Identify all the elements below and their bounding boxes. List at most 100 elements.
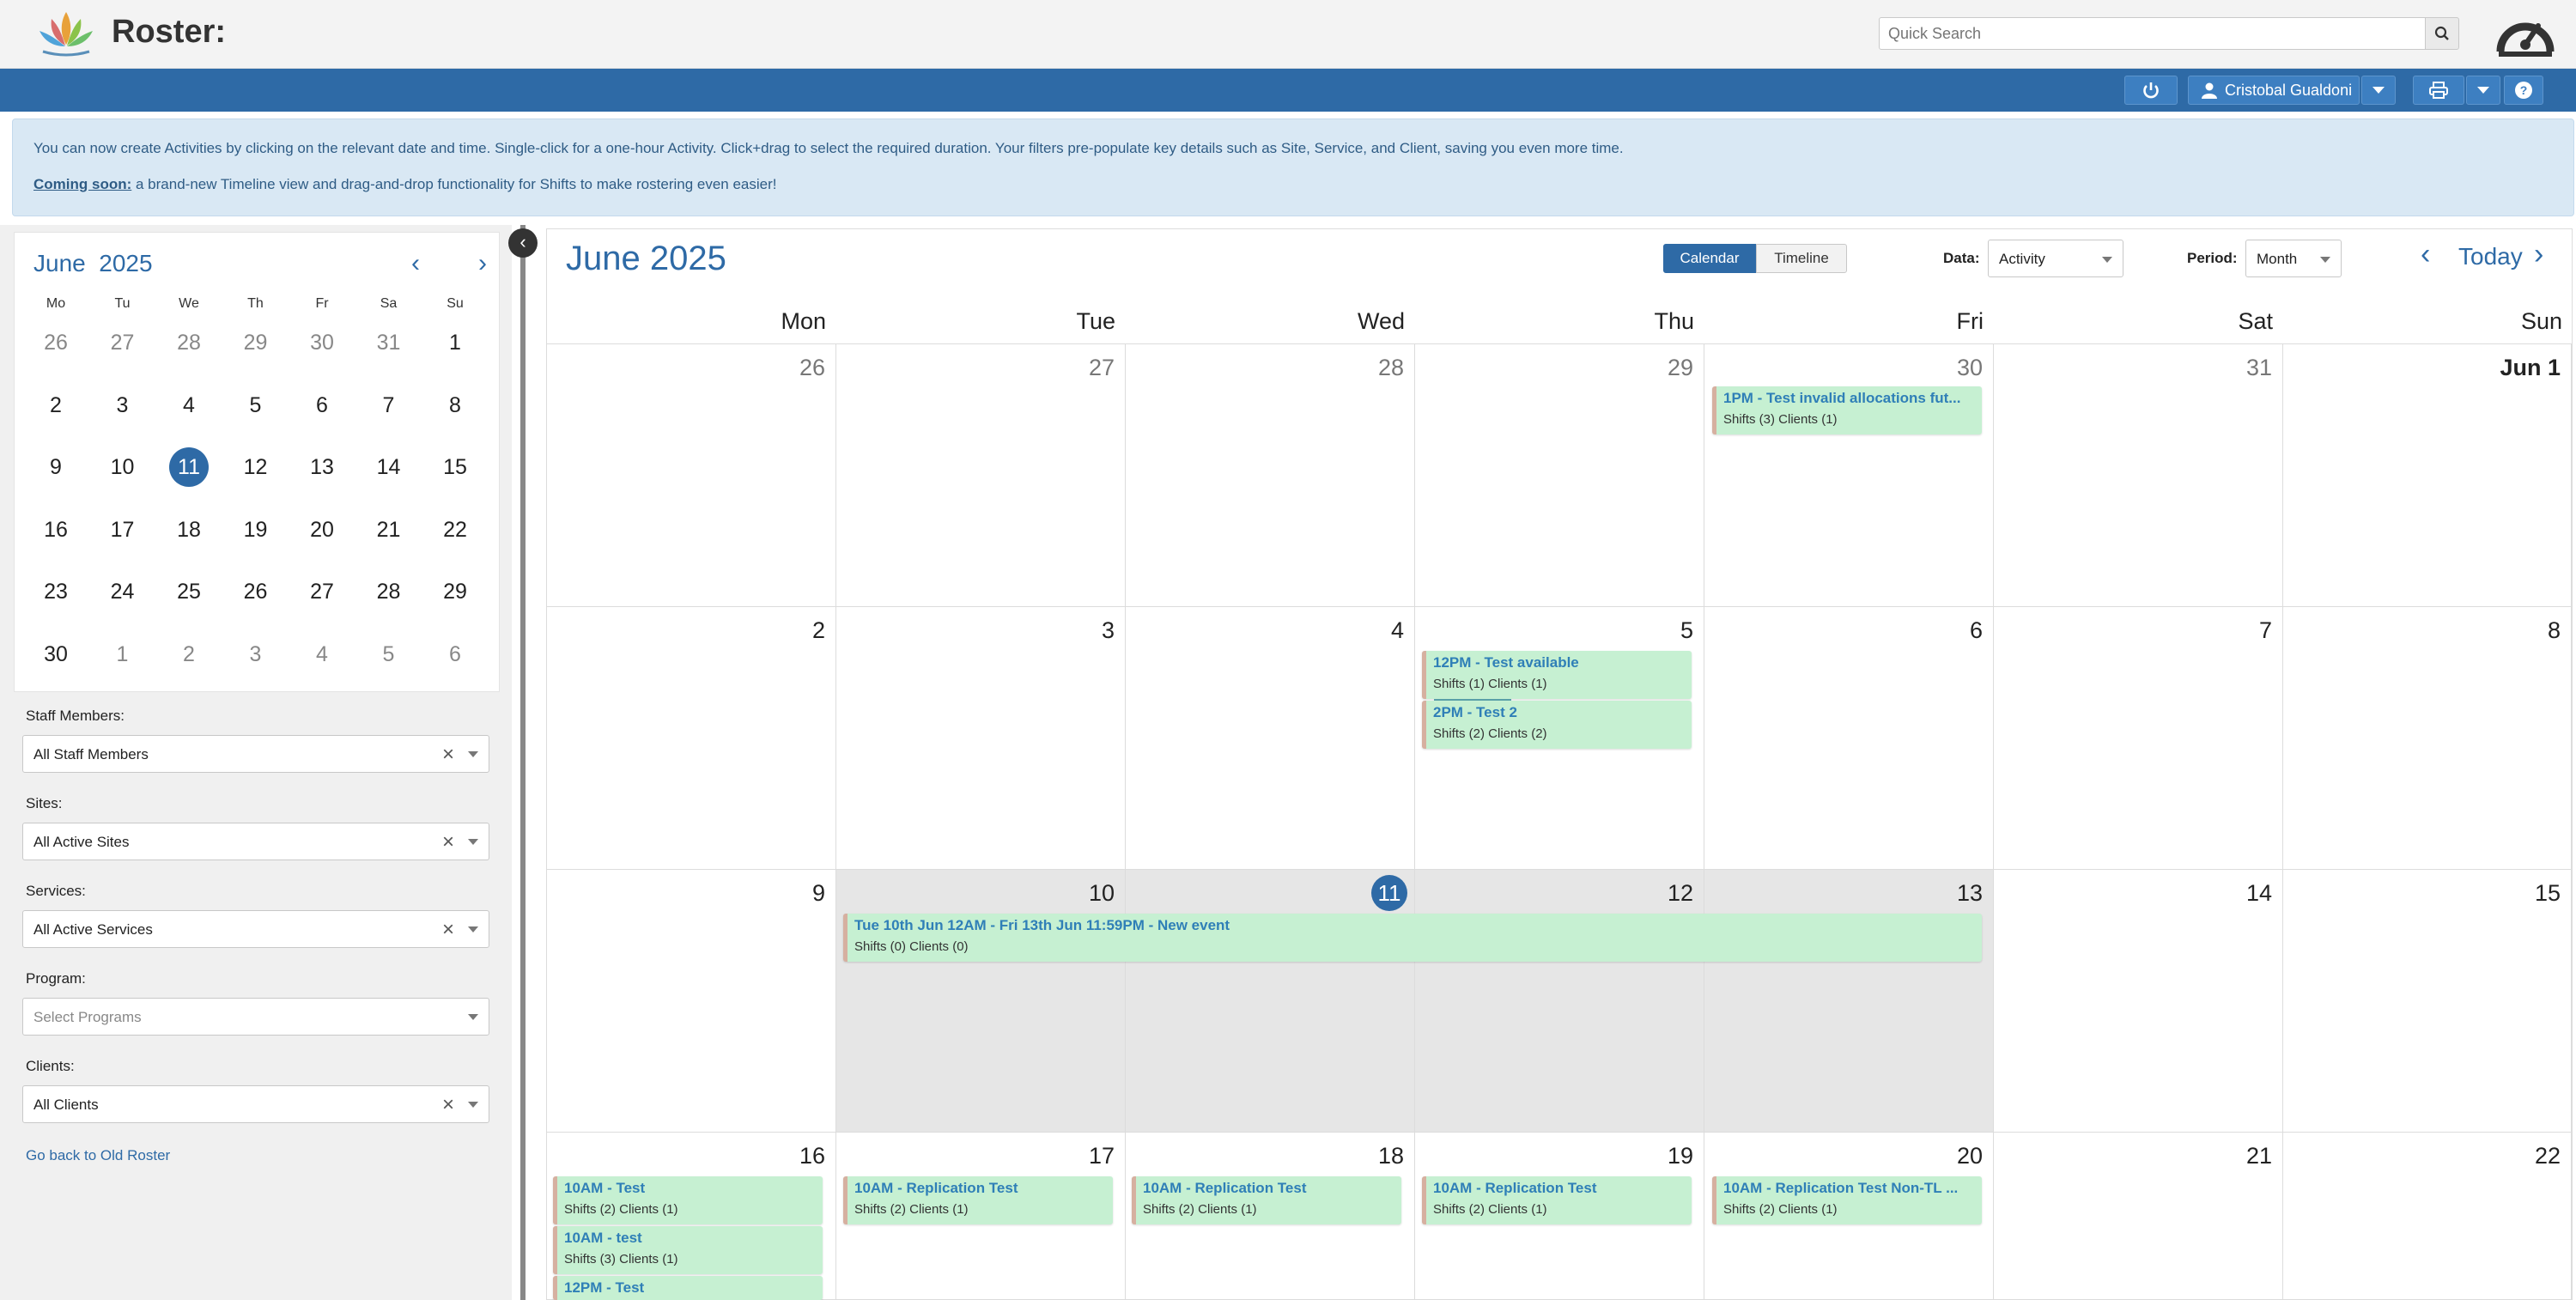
sites-select[interactable]: All Active Sites × — [22, 823, 489, 860]
clients-select[interactable]: All Clients × — [22, 1085, 489, 1123]
chevron-down-icon[interactable] — [468, 1102, 478, 1108]
mini-calendar-day[interactable]: 1 — [97, 634, 149, 675]
period-select[interactable]: Month — [2245, 240, 2342, 277]
mini-calendar-day[interactable]: 6 — [296, 385, 348, 426]
calendar-day-cell[interactable]: Jun 1 — [2283, 344, 2572, 607]
chevron-down-icon[interactable] — [468, 1014, 478, 1020]
gauge-icon[interactable] — [2495, 7, 2555, 58]
mini-calendar-day[interactable]: 17 — [97, 509, 149, 550]
mini-calendar-day[interactable]: 9 — [30, 446, 82, 488]
chevron-down-icon[interactable] — [468, 839, 478, 845]
calendar-day-cell[interactable]: 12 — [1415, 870, 1704, 1133]
mini-calendar-day[interactable]: 12 — [230, 446, 282, 488]
mini-calendar-day[interactable]: 26 — [30, 322, 82, 363]
mini-calendar-day[interactable]: 4 — [163, 385, 215, 426]
calendar-day-cell[interactable]: 22 — [2283, 1133, 2572, 1300]
calendar-day-cell[interactable]: 6 — [1704, 607, 1994, 870]
print-dropdown[interactable] — [2466, 76, 2500, 105]
quick-search-input[interactable] — [1879, 17, 2427, 50]
mini-calendar-day[interactable]: 15 — [429, 446, 481, 488]
mini-calendar-day[interactable]: 25 — [163, 571, 215, 612]
print-button[interactable] — [2413, 76, 2464, 105]
calendar-day-cell[interactable]: 13 — [1704, 870, 1994, 1133]
calendar-day-cell[interactable]: 21 — [1994, 1133, 2283, 1300]
mini-calendar-day[interactable]: 13 — [296, 446, 348, 488]
activity-event[interactable]: 10AM - Replication Test Shifts (2) Client… — [843, 1176, 1113, 1224]
search-button[interactable] — [2425, 17, 2459, 50]
mini-calendar-day[interactable]: 2 — [30, 385, 82, 426]
mini-calendar-day[interactable]: 11 — [163, 446, 215, 488]
mini-calendar-day[interactable]: 30 — [30, 634, 82, 675]
calendar-day-cell[interactable]: 7 — [1994, 607, 2283, 870]
prev-month-button[interactable]: ‹ — [2421, 238, 2430, 271]
calendar-day-cell[interactable]: 11 — [1126, 870, 1415, 1133]
user-menu-button[interactable]: Cristobal Gualdoni — [2188, 76, 2360, 105]
mini-calendar-day[interactable]: 7 — [363, 385, 415, 426]
mini-calendar-day[interactable]: 23 — [30, 571, 82, 612]
mini-prev-month-button[interactable]: ‹ — [403, 248, 428, 279]
mini-calendar-day[interactable]: 5 — [230, 385, 282, 426]
calendar-day-cell[interactable]: 8 — [2283, 607, 2572, 870]
calendar-day-cell[interactable]: 14 — [1994, 870, 2283, 1133]
mini-calendar-day[interactable]: 16 — [30, 509, 82, 550]
calendar-day-cell[interactable]: 28 — [1126, 344, 1415, 607]
activity-event[interactable]: 10AM - Replication Test Shifts (2) Client… — [1132, 1176, 1401, 1224]
program-select[interactable]: Select Programs — [22, 998, 489, 1036]
data-select[interactable]: Activity — [1988, 240, 2123, 277]
activity-event[interactable]: 12PM - Test available Shifts (1) Clients … — [1422, 651, 1692, 699]
calendar-day-cell[interactable]: 2 — [547, 607, 836, 870]
calendar-day-cell[interactable]: 26 — [547, 344, 836, 607]
activity-event[interactable]: 1PM - Test invalid allocations fut... Shi… — [1712, 386, 1982, 434]
mini-calendar-day[interactable]: 10 — [97, 446, 149, 488]
mini-calendar-day[interactable]: 22 — [429, 509, 481, 550]
back-to-old-roster-link[interactable]: Go back to Old Roster — [26, 1147, 170, 1164]
mini-calendar-day[interactable]: 5 — [363, 634, 415, 675]
mini-calendar-day[interactable]: 18 — [163, 509, 215, 550]
mini-calendar-day[interactable]: 3 — [230, 634, 282, 675]
mini-calendar-day[interactable]: 29 — [230, 322, 282, 363]
activity-event[interactable]: 12PM - Test — [553, 1276, 823, 1300]
chevron-down-icon[interactable] — [468, 926, 478, 932]
clear-icon[interactable]: × — [442, 918, 454, 942]
calendar-day-cell[interactable]: 4 — [1126, 607, 1415, 870]
calendar-day-cell[interactable]: 30 — [1704, 344, 1994, 607]
mini-calendar-day[interactable]: 2 — [163, 634, 215, 675]
mini-calendar-day[interactable]: 14 — [363, 446, 415, 488]
activity-event[interactable]: 2PM - Test 2 Shifts (2) Clients (2) — [1422, 701, 1692, 749]
mini-calendar-day[interactable]: 20 — [296, 509, 348, 550]
mini-next-month-button[interactable]: › — [470, 248, 495, 279]
mini-calendar-day[interactable]: 26 — [230, 571, 282, 612]
clear-icon[interactable]: × — [442, 743, 454, 767]
chevron-down-icon[interactable] — [468, 751, 478, 757]
mini-calendar-day[interactable]: 1 — [429, 322, 481, 363]
calendar-day-cell[interactable]: 29 — [1415, 344, 1704, 607]
clear-icon[interactable]: × — [442, 830, 454, 854]
mini-calendar-day[interactable]: 21 — [363, 509, 415, 550]
next-month-button[interactable]: › — [2534, 238, 2543, 271]
mini-calendar-day[interactable]: 31 — [363, 322, 415, 363]
collapse-panel-button[interactable]: ‹ — [508, 228, 538, 258]
today-button[interactable]: Today — [2458, 243, 2523, 270]
clear-icon[interactable]: × — [442, 1093, 454, 1117]
help-button[interactable]: ? — [2504, 76, 2543, 105]
mini-calendar-day[interactable]: 29 — [429, 571, 481, 612]
mini-calendar-day[interactable]: 27 — [97, 322, 149, 363]
mini-calendar-day[interactable]: 28 — [163, 322, 215, 363]
calendar-day-cell[interactable]: 3 — [836, 607, 1126, 870]
calendar-day-cell[interactable]: 31 — [1994, 344, 2283, 607]
view-calendar-button[interactable]: Calendar — [1663, 244, 1756, 273]
mini-calendar-day[interactable]: 6 — [429, 634, 481, 675]
mini-calendar-day[interactable]: 28 — [363, 571, 415, 612]
activity-event[interactable]: 10AM - Replication Test Shifts (2) Client… — [1422, 1176, 1692, 1224]
calendar-day-cell[interactable]: 27 — [836, 344, 1126, 607]
mini-calendar-day[interactable]: 8 — [429, 385, 481, 426]
staff-members-select[interactable]: All Staff Members × — [22, 735, 489, 773]
activity-event[interactable]: 10AM - Replication Test Non-TL ... Shifts… — [1712, 1176, 1982, 1224]
mini-calendar-day[interactable]: 24 — [97, 571, 149, 612]
activity-event[interactable]: 10AM - Test Shifts (2) Clients (1) — [553, 1176, 823, 1224]
services-select[interactable]: All Active Services × — [22, 910, 489, 948]
calendar-day-cell[interactable]: 9 — [547, 870, 836, 1133]
user-menu-dropdown[interactable] — [2361, 76, 2396, 105]
activity-event[interactable]: 10AM - test Shifts (3) Clients (1) — [553, 1226, 823, 1274]
mini-calendar-day[interactable]: 27 — [296, 571, 348, 612]
